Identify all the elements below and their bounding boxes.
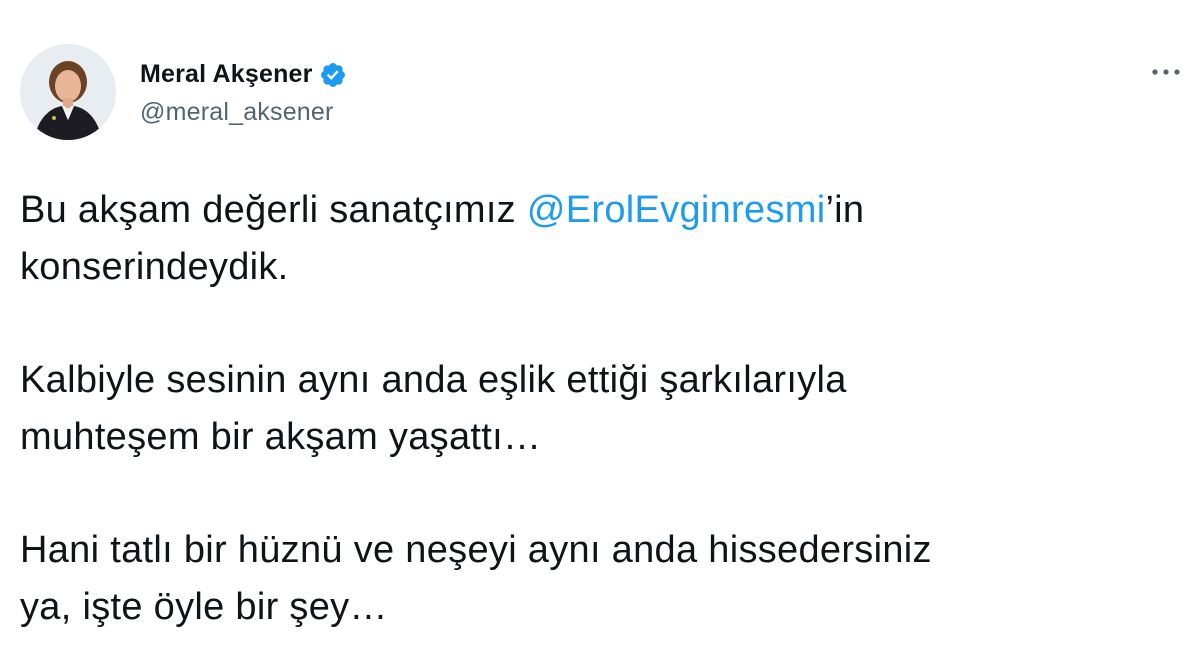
mention-link[interactable]: @ErolEvginresmi [527,189,826,231]
tweet-text-line: Hani tatlı bir hüznü ve neşeyi aynı anda… [20,529,932,571]
tweet-text-line: konserindeydik. [20,246,289,288]
tweet-header: Meral Akşener @meral_aksener [20,44,347,140]
avatar[interactable] [20,44,116,140]
tweet-text-segment: ’in [825,189,865,231]
tweet-text: Bu akşam değerli sanatçımız @ErolEvginre… [20,182,1180,636]
tweet-text-line: Kalbiyle sesinin aynı anda eşlik ettiği … [20,359,847,401]
tweet-paragraph-2: Kalbiyle sesinin aynı anda eşlik ettiği … [20,352,1180,466]
tweet-text-line: muhteşem bir akşam yaşattı… [20,416,542,458]
tweet-text-segment: Bu akşam değerli sanatçımız [20,189,527,231]
display-name-row: Meral Akşener [140,56,347,94]
tweet-text-line: ya, işte öyle bir şey… [20,586,388,628]
avatar-image [20,44,116,140]
tweet-card: Meral Akşener @meral_aksener Bu akşam de… [0,0,1200,653]
verified-badge-icon [319,61,347,89]
user-handle[interactable]: @meral_aksener [140,98,347,127]
display-name[interactable]: Meral Akşener [140,60,313,89]
tweet-paragraph-1: Bu akşam değerli sanatçımız @ErolEvginre… [20,182,1180,296]
tweet-paragraph-3: Hani tatlı bir hüznü ve neşeyi aynı anda… [20,522,1180,636]
more-horizontal-icon [1152,69,1180,75]
more-options-button[interactable] [1148,60,1184,84]
user-names: Meral Akşener @meral_aksener [140,56,347,127]
